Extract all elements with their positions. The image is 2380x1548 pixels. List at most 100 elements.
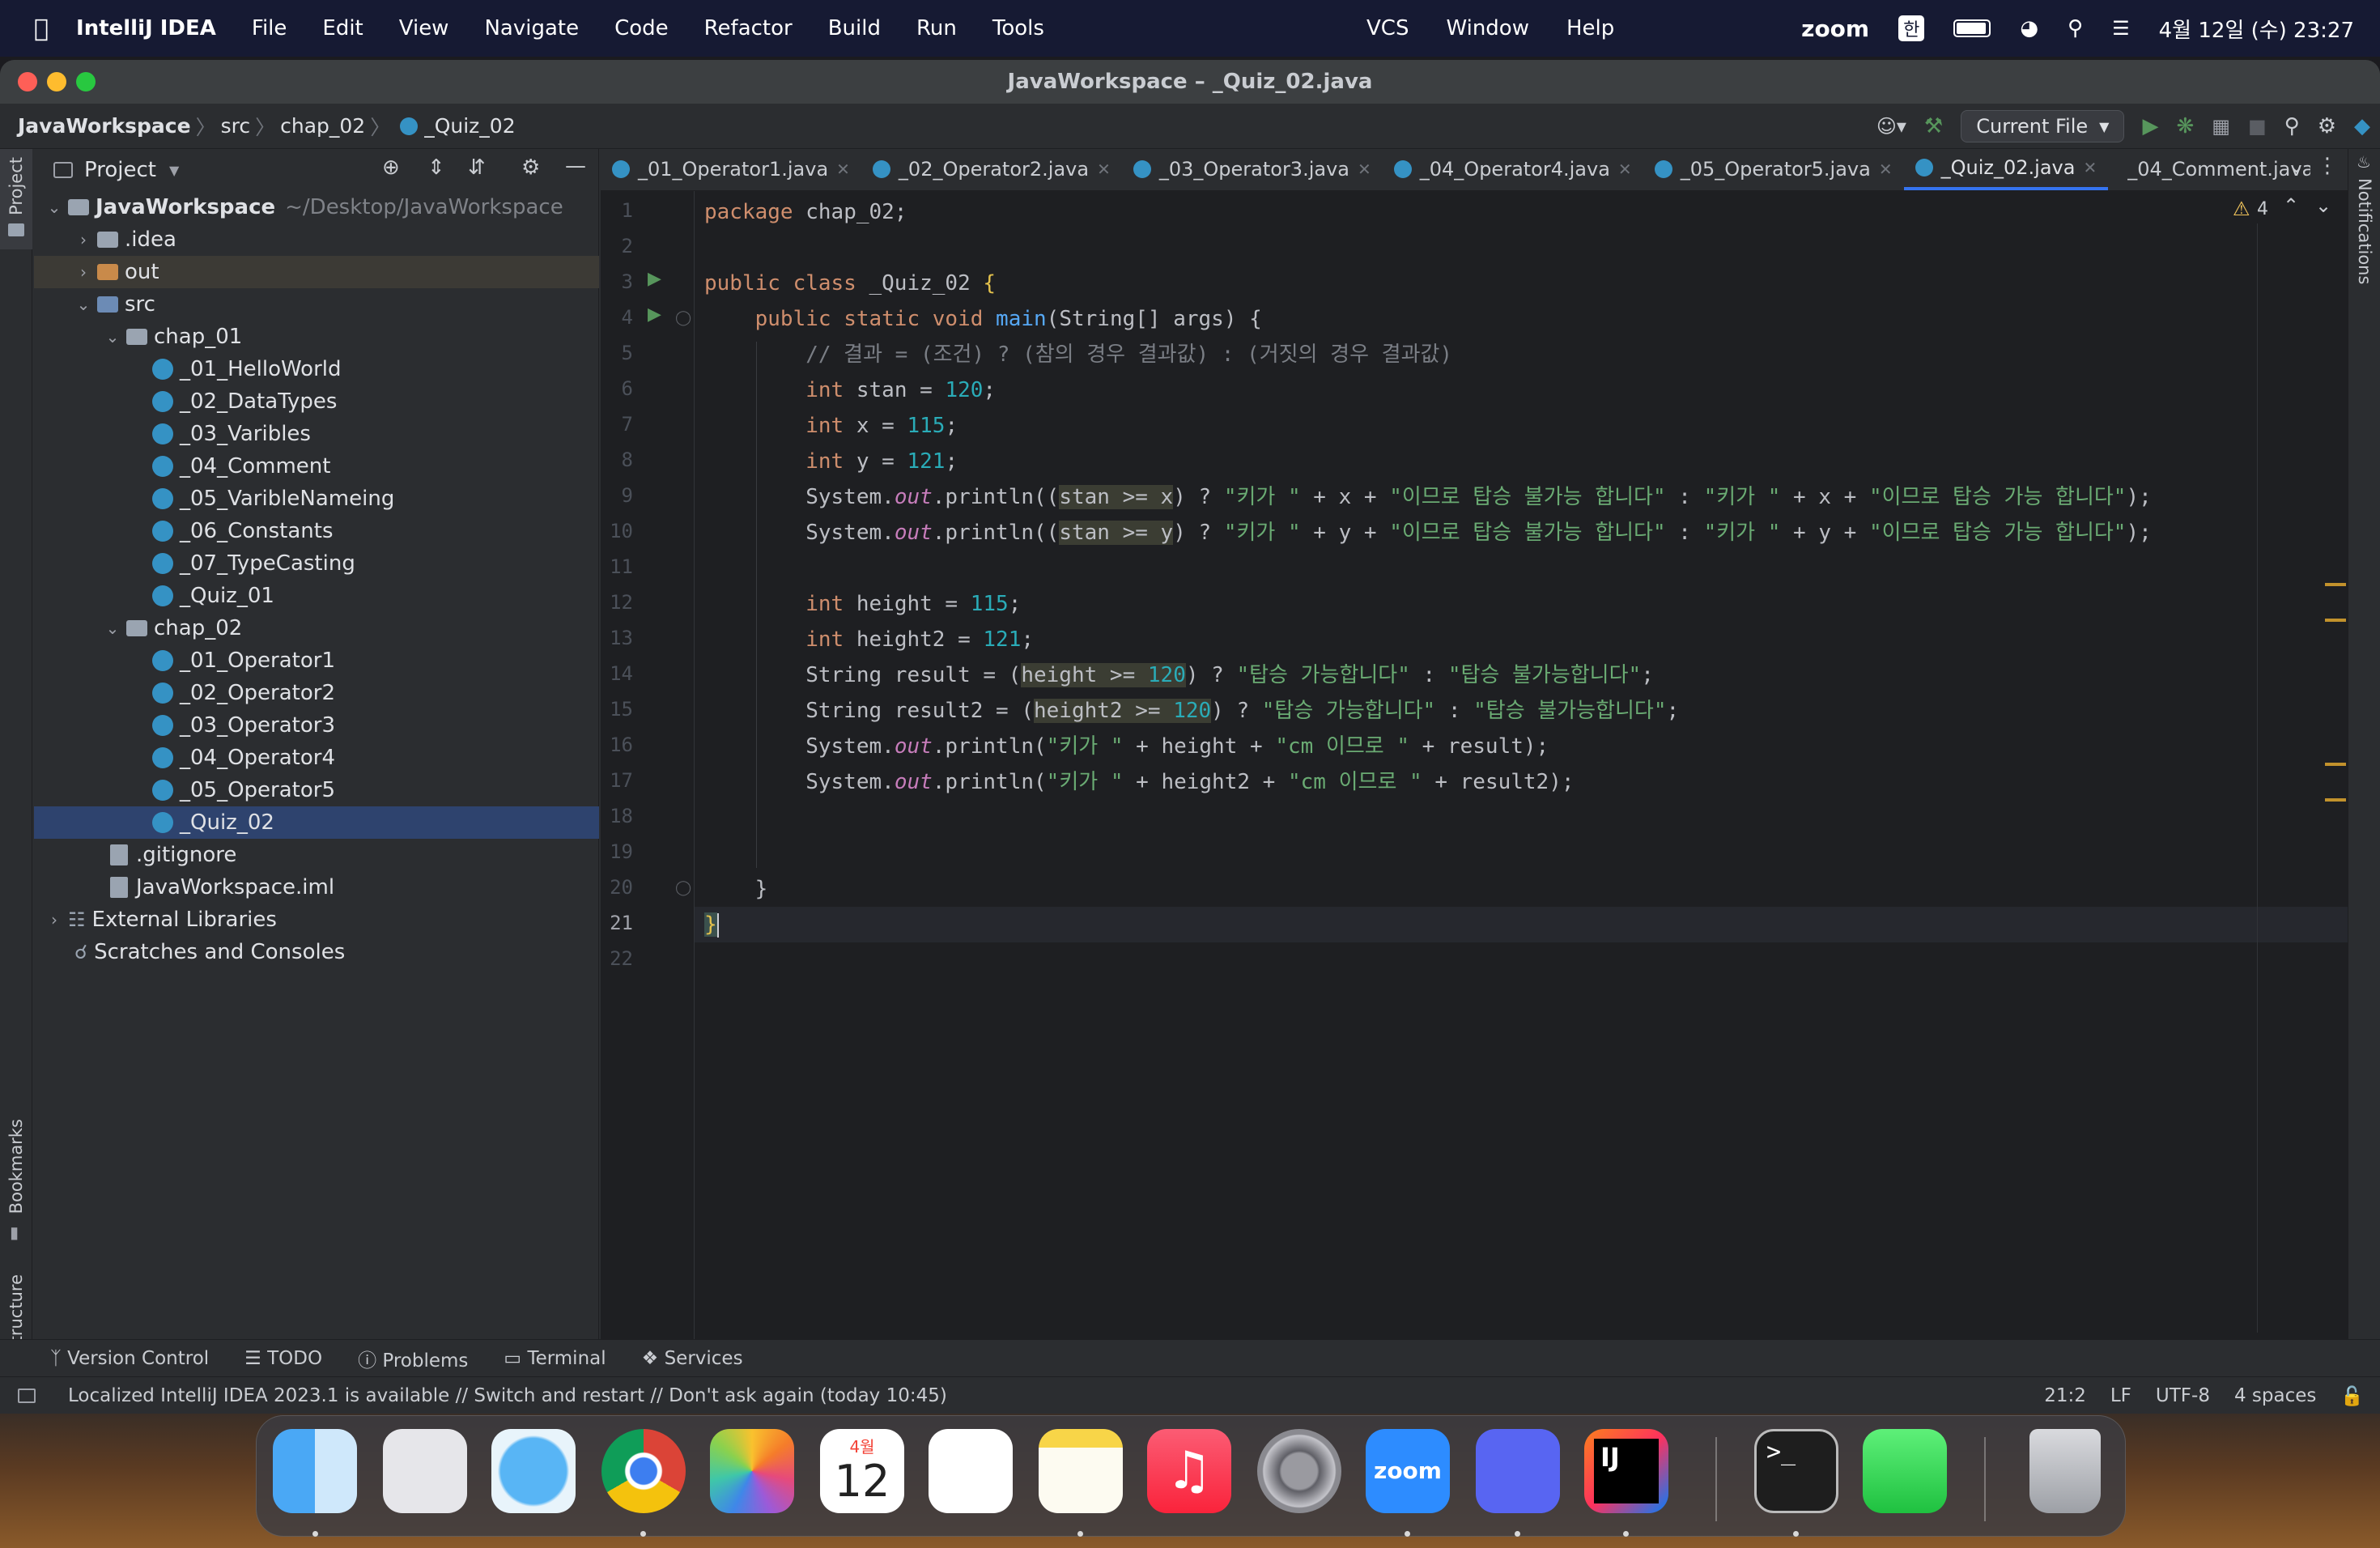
hide-panel-icon[interactable]: — — [565, 154, 586, 178]
menubar-clock[interactable]: 4월 12일 (수) 23:27 — [2159, 14, 2354, 44]
vcs-user-icon[interactable]: ☺▾ — [1876, 115, 1906, 138]
tree-item-class[interactable]: _05_VaribleNameing — [34, 483, 599, 515]
menu-code[interactable]: Code — [614, 16, 669, 40]
warning-stripe[interactable] — [2325, 619, 2346, 622]
warning-count[interactable]: 4 — [2257, 199, 2268, 219]
run-class-gutter-icon[interactable]: ▶ — [648, 269, 661, 289]
spotlight-icon[interactable]: ⚲ — [2068, 16, 2083, 40]
tree-item-class[interactable]: _02_Operator2 — [34, 677, 599, 709]
control-center-icon[interactable]: ☰ — [2112, 17, 2130, 40]
chevron-right-icon[interactable]: › — [45, 910, 63, 929]
menu-window[interactable]: Window — [1446, 16, 1529, 40]
debug-icon[interactable]: ❋ — [2176, 114, 2194, 138]
tree-root-project[interactable]: ⌄ JavaWorkspace ~/Desktop/JavaWorkspace — [34, 191, 599, 223]
tree-item-idea[interactable]: › .idea — [34, 223, 599, 256]
music-icon[interactable]: ♫ — [1147, 1429, 1231, 1513]
menu-build[interactable]: Build — [828, 16, 881, 40]
line-separator[interactable]: LF — [2110, 1385, 2131, 1406]
facetime-icon[interactable] — [1863, 1429, 1947, 1513]
safari-icon[interactable] — [491, 1429, 576, 1513]
notifications-bell-icon[interactable]: ♨ — [2357, 152, 2371, 172]
tree-item-class[interactable]: _04_Operator4 — [34, 742, 599, 774]
build-hammer-icon[interactable]: ⚒ — [1924, 114, 1943, 138]
photos-icon[interactable] — [710, 1429, 794, 1513]
problems-button[interactable]: ⓘ Problems — [358, 1345, 468, 1372]
discord-icon[interactable] — [1476, 1429, 1560, 1513]
menu-file[interactable]: File — [252, 16, 287, 40]
services-button[interactable]: ❖ Services — [642, 1348, 743, 1369]
tree-item-class[interactable]: _Quiz_01 — [34, 580, 599, 612]
jetbrains-ai-icon[interactable]: ◆ — [2354, 114, 2370, 138]
run-icon[interactable]: ▶ — [2142, 114, 2158, 138]
close-icon[interactable]: ✕ — [1097, 159, 1111, 179]
caret-position[interactable]: 21:2 — [2044, 1385, 2086, 1406]
tree-item-class[interactable]: _01_HelloWorld — [34, 353, 599, 385]
run-main-gutter-icon[interactable]: ▶ — [648, 304, 661, 325]
terminal-button[interactable]: ▭ Terminal — [504, 1348, 606, 1369]
tree-item-iml[interactable]: JavaWorkspace.iml — [34, 871, 599, 904]
intellij-icon[interactable]: IJ — [1584, 1429, 1668, 1513]
tree-item-out[interactable]: › out — [34, 256, 599, 288]
apple-icon[interactable]:  — [34, 15, 49, 43]
warning-stripe[interactable] — [2325, 763, 2346, 766]
expand-all-icon[interactable]: ⇕ — [427, 155, 445, 180]
breadcrumb-src[interactable]: src — [221, 114, 251, 138]
notes-icon[interactable] — [1039, 1429, 1123, 1513]
trash-icon[interactable] — [2029, 1429, 2101, 1513]
breadcrumb-class[interactable]: _Quiz_02 — [424, 114, 515, 138]
tab-quiz02[interactable]: _Quiz_02.java ✕ — [1903, 149, 2109, 190]
terminal-app-icon[interactable]: >_ — [1754, 1429, 1838, 1513]
tree-item-chap02[interactable]: ⌄ chap_02 — [34, 612, 599, 644]
tree-item-class[interactable]: _06_Constants — [34, 515, 599, 547]
next-highlight-icon[interactable]: ⌄ — [2315, 194, 2331, 217]
bookmark-icon[interactable]: ▮ — [10, 1223, 19, 1242]
wifi-icon[interactable]: ◕ — [2020, 16, 2038, 40]
zoom-app-icon[interactable]: zoom — [1366, 1429, 1450, 1513]
zoom-status-icon[interactable]: zoom — [1801, 15, 1869, 42]
panel-options-gear-icon[interactable]: ⚙ — [521, 155, 540, 180]
chevron-right-icon[interactable]: › — [74, 230, 92, 249]
tab-operator4[interactable]: _04_Operator4.java ✕ — [1383, 149, 1643, 190]
input-source-icon[interactable]: 한 — [1898, 15, 1925, 41]
collapse-all-icon[interactable]: ⇵ — [468, 155, 486, 180]
tab-operator5[interactable]: _05_Operator5.java ✕ — [1643, 149, 1904, 190]
scrollbar-track[interactable] — [2257, 223, 2258, 1333]
lock-icon[interactable]: 🔓 — [2340, 1385, 2364, 1407]
chrome-icon[interactable] — [601, 1429, 686, 1513]
tree-item-external-libraries[interactable]: › ☷ External Libraries — [34, 904, 599, 936]
menu-help[interactable]: Help — [1566, 16, 1614, 40]
tree-item-class[interactable]: _07_TypeCasting — [34, 547, 599, 580]
tab-comment[interactable]: _04_Comment.java — [2108, 149, 2310, 190]
layout-toggle-icon[interactable] — [18, 1388, 36, 1403]
bookmarks-tool-label[interactable]: Bookmarks — [6, 1119, 26, 1214]
battery-icon[interactable] — [1953, 19, 1991, 37]
menu-refactor[interactable]: Refactor — [704, 16, 793, 40]
tree-item-class[interactable]: _04_Comment — [34, 450, 599, 483]
system-settings-icon[interactable] — [1257, 1429, 1341, 1513]
version-control-button[interactable]: ᛉ Version Control — [50, 1348, 209, 1369]
tree-item-class[interactable]: _03_Operator3 — [34, 709, 599, 742]
tree-item-scratches[interactable]: ☌ Scratches and Consoles — [34, 936, 599, 968]
breadcrumb-package[interactable]: chap_02 — [280, 114, 365, 138]
tree-item-class-selected[interactable]: _Quiz_02 — [34, 806, 599, 839]
menu-run[interactable]: Run — [916, 16, 957, 40]
tree-item-class[interactable]: _03_Varibles — [34, 418, 599, 450]
close-icon[interactable]: ✕ — [1618, 159, 1632, 179]
tree-item-chap01[interactable]: ⌄ chap_01 — [34, 321, 599, 353]
chevron-down-icon[interactable]: ⌄ — [45, 198, 63, 217]
maximize-window-button[interactable] — [76, 72, 96, 91]
chevron-right-icon[interactable]: › — [74, 262, 92, 282]
menu-vcs[interactable]: VCS — [1366, 16, 1409, 40]
coverage-icon[interactable]: ▦ — [2212, 115, 2230, 138]
close-window-button[interactable] — [18, 72, 37, 91]
tree-item-gitignore[interactable]: .gitignore — [34, 839, 599, 871]
stop-icon[interactable]: ■ — [2248, 115, 2267, 138]
menu-navigate[interactable]: Navigate — [484, 16, 579, 40]
menu-edit[interactable]: Edit — [322, 16, 363, 40]
select-opened-file-icon[interactable]: ⊕ — [382, 155, 400, 180]
tab-operator3[interactable]: _03_Operator3.java ✕ — [1122, 149, 1383, 190]
fold-icon[interactable]: ◯ — [675, 309, 691, 326]
menu-tools[interactable]: Tools — [992, 16, 1044, 40]
chevron-down-icon[interactable]: ▼ — [169, 163, 179, 178]
project-tool-label[interactable]: Project — [6, 157, 26, 215]
